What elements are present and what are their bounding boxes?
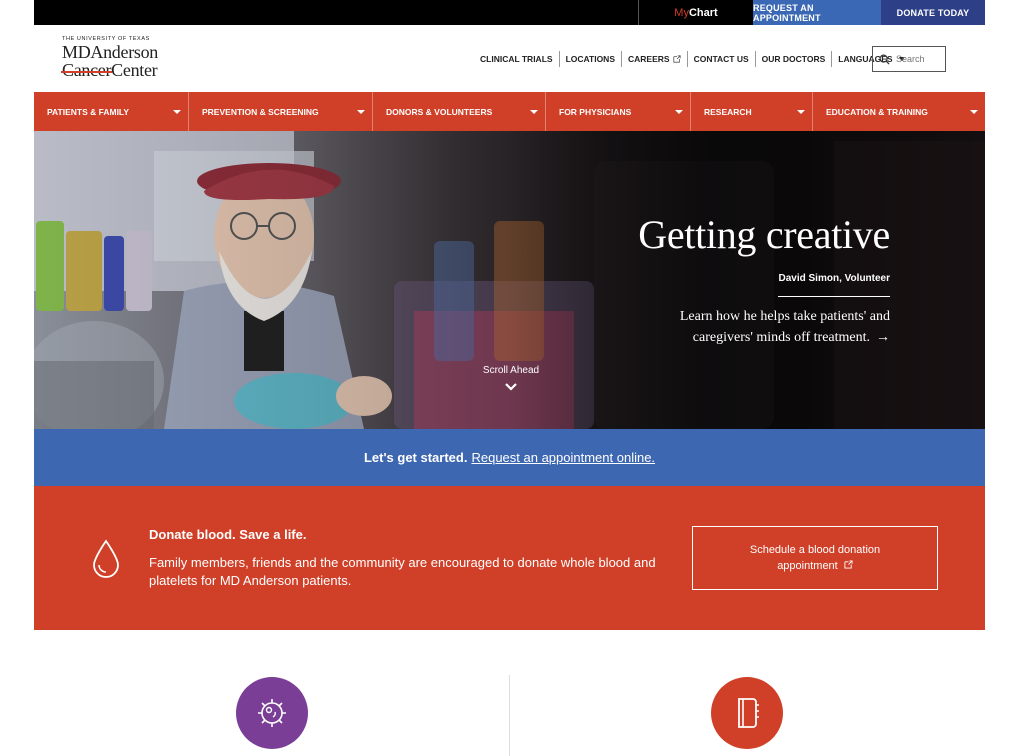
donate-title: Donate blood. Save a life.	[149, 527, 307, 542]
request-appointment-online-link[interactable]: Request an appointment online.	[471, 450, 655, 465]
main-nav-for-physicians[interactable]: FOR PHYSICIANS	[546, 92, 691, 131]
top-nav-label: LOCATIONS	[565, 54, 615, 64]
scroll-ahead-label: Scroll Ahead	[482, 365, 540, 376]
main-nav-patients-family[interactable]: PATIENTS & FAMILY	[34, 92, 189, 131]
hero-credit: David Simon, Volunteer	[778, 273, 891, 284]
top-nav-our-doctors[interactable]: OUR DOCTORS	[754, 51, 832, 67]
top-nav: CLINICAL TRIALS LOCATIONS CAREERS CONTAC…	[474, 50, 911, 68]
main-nav-research[interactable]: RESEARCH	[691, 92, 813, 131]
logo-center: Center	[111, 60, 158, 80]
document-icon	[738, 698, 759, 728]
appointment-strip: Let's get started. Request an appointmen…	[34, 429, 985, 486]
external-link-icon	[672, 55, 681, 63]
donate-button-line1: Schedule a blood donation	[749, 544, 881, 556]
main-nav-label: RESEARCH	[704, 106, 752, 117]
logo-cancer-struck: Cancer	[60, 60, 113, 80]
donate-button-line2-wrap: appointment	[777, 558, 853, 574]
main-nav: PATIENTS & FAMILY PREVENTION & SCREENING…	[34, 92, 985, 131]
main-nav-label: EDUCATION & TRAINING	[826, 106, 928, 117]
document-card-icon[interactable]	[711, 677, 783, 749]
external-link-icon	[844, 560, 853, 569]
top-nav-label: CONTACT US	[693, 54, 749, 64]
chevron-down-icon	[505, 383, 517, 391]
donate-body: Family members, friends and the communit…	[149, 555, 656, 588]
caret-down-icon	[530, 109, 538, 114]
schedule-blood-donation-button[interactable]: Schedule a blood donation appointment	[692, 526, 938, 590]
mychart-prefix: My	[674, 6, 689, 19]
caret-down-icon	[173, 109, 181, 114]
main-nav-label: DONORS & VOLUNTEERS	[386, 106, 493, 117]
caret-down-icon	[970, 109, 978, 114]
top-nav-label: CAREERS	[628, 54, 670, 64]
page: My Chart REQUEST AN APPOINTMENT DONATE TO…	[34, 0, 985, 756]
donate-today-button[interactable]: DONATE TODAY	[881, 0, 985, 25]
cell-card-icon[interactable]	[236, 677, 308, 749]
top-nav-locations[interactable]: LOCATIONS	[558, 51, 621, 67]
search-icon	[879, 54, 890, 65]
mychart-label: Chart	[688, 6, 718, 19]
logo-line2: CancerCenter	[60, 60, 177, 80]
mychart-link[interactable]: My Chart	[638, 0, 753, 25]
blood-drop-icon	[93, 539, 119, 578]
hero-story-link[interactable]: Learn how he helps take patients' and ca…	[650, 306, 890, 348]
search-box[interactable]	[872, 46, 946, 72]
top-nav-label: CLINICAL TRIALS	[480, 54, 553, 64]
donate-blood-section: Donate blood. Save a life. Family member…	[34, 486, 985, 630]
request-appointment-button[interactable]: REQUEST AN APPOINTMENT	[753, 0, 881, 25]
arrow-right-icon: →	[876, 330, 890, 345]
caret-down-icon	[357, 109, 365, 114]
card-divider	[509, 675, 510, 756]
caret-down-icon	[675, 109, 683, 114]
main-nav-prevention-screening[interactable]: PREVENTION & SCREENING	[189, 92, 373, 131]
caret-down-icon	[797, 109, 805, 114]
main-nav-label: PREVENTION & SCREENING	[202, 106, 319, 117]
search-input[interactable]	[896, 54, 942, 64]
top-nav-label: OUR DOCTORS	[761, 54, 826, 64]
md-anderson-logo[interactable]: THE UNIVERSITY OF TEXAS MDAnderson Cance…	[60, 36, 177, 80]
hero-banner: Getting creative David Simon, Volunteer …	[34, 131, 985, 429]
donate-button-line2: appointment	[777, 560, 838, 572]
logo-line1: MDAnderson	[62, 42, 158, 62]
cell-icon	[258, 699, 286, 727]
hero-description: Learn how he helps take patients' and ca…	[679, 309, 890, 345]
top-nav-careers[interactable]: CAREERS	[621, 51, 687, 67]
top-nav-clinical-trials[interactable]: CLINICAL TRIALS	[474, 51, 559, 67]
main-nav-label: FOR PHYSICIANS	[559, 106, 632, 117]
hero-title: Getting creative	[638, 212, 890, 257]
main-nav-label: PATIENTS & FAMILY	[47, 106, 130, 117]
hero-divider	[778, 296, 890, 297]
main-nav-education-training[interactable]: EDUCATION & TRAINING	[813, 92, 985, 131]
scroll-ahead-button[interactable]: Scroll Ahead	[466, 365, 556, 392]
main-nav-donors-volunteers[interactable]: DONORS & VOLUNTEERS	[373, 92, 546, 131]
utility-bar: My Chart REQUEST AN APPOINTMENT DONATE TO…	[34, 0, 985, 25]
cta-lead: Let's get started.	[363, 450, 468, 465]
top-nav-contact-us[interactable]: CONTACT US	[686, 51, 755, 67]
